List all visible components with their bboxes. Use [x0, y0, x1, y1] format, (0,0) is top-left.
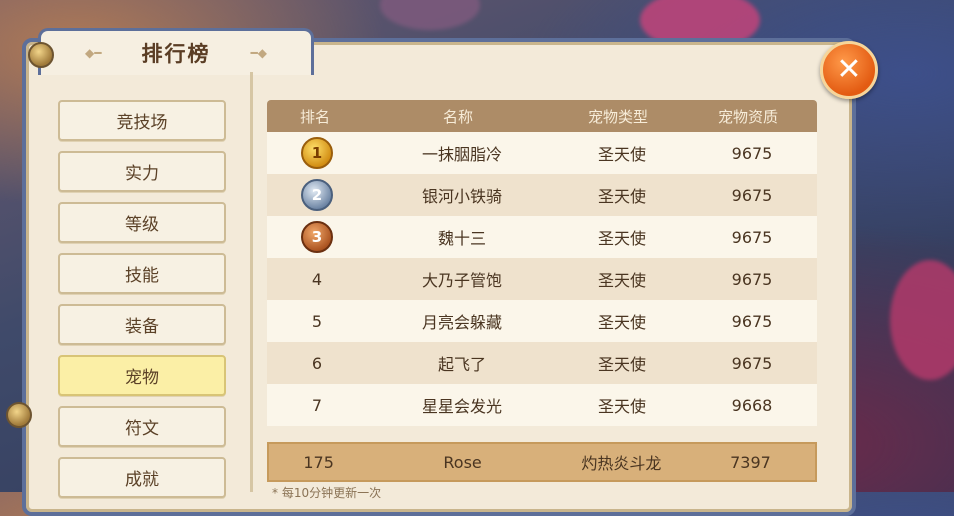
pet-quality: 9675	[731, 269, 773, 289]
pet-type: 圣天使	[597, 271, 646, 290]
my-rank-number: 175	[303, 452, 334, 472]
sidebar-item-power[interactable]: 实力	[58, 151, 226, 192]
rank-number: 7	[311, 395, 323, 415]
pet-quality: 9675	[731, 185, 773, 205]
pet-quality: 9675	[731, 311, 773, 331]
page-title: 排行榜	[141, 42, 211, 66]
sidebar-item-rune[interactable]: 符文	[58, 406, 226, 447]
ranking-table: 排名 名称 宠物类型 宠物资质 1 一抹胭脂冷 圣天使 9675 2 银河小铁骑…	[267, 100, 817, 426]
update-note: * 每10分钟更新一次	[272, 486, 382, 500]
close-button[interactable]: ✕	[820, 41, 878, 99]
player-name: 月亮会躲藏	[421, 313, 502, 332]
pet-quality: 9675	[731, 143, 773, 163]
background-coral-right	[890, 260, 954, 380]
my-player-name: Rose	[443, 452, 482, 472]
player-name: 星星会发光	[421, 397, 502, 416]
pet-type: 圣天使	[597, 187, 646, 206]
player-name: 银河小铁骑	[421, 187, 502, 206]
pet-type: 圣天使	[597, 313, 646, 332]
my-pet-quality: 7397	[730, 452, 771, 472]
sidebar-item-level[interactable]: 等级	[58, 202, 226, 243]
pet-quality: 9675	[731, 353, 773, 373]
rank-number: 4	[311, 269, 323, 289]
bronze-medal-icon: 3	[301, 221, 333, 253]
title-ornament-left-icon: ◆━	[85, 46, 102, 60]
player-name: 起飞了	[437, 355, 486, 374]
rank-number: 5	[311, 311, 323, 331]
pet-type: 圣天使	[597, 145, 646, 164]
background-rock	[380, 0, 480, 30]
table-row[interactable]: 7 星星会发光 圣天使 9668	[267, 384, 817, 426]
my-rank-row[interactable]: 175 Rose 灼热炎斗龙 7397	[267, 442, 817, 482]
header-pet-type: 宠物类型	[587, 107, 648, 126]
divider	[250, 72, 253, 492]
table-row[interactable]: 5 月亮会躲藏 圣天使 9675	[267, 300, 817, 342]
pin-icon	[28, 42, 54, 68]
player-name: 魏十三	[437, 229, 486, 248]
header-rank: 排名	[299, 107, 330, 126]
pet-type: 圣天使	[597, 355, 646, 374]
sidebar: 竞技场 实力 等级 技能 装备 宠物 符文 成就	[58, 100, 226, 508]
sidebar-item-arena[interactable]: 竞技场	[58, 100, 226, 141]
sidebar-item-equipment[interactable]: 装备	[58, 304, 226, 345]
my-pet-type: 灼热炎斗龙	[581, 454, 662, 473]
pet-quality: 9675	[731, 227, 773, 247]
table-row[interactable]: 3 魏十三 圣天使 9675	[267, 216, 817, 258]
sidebar-item-skill[interactable]: 技能	[58, 253, 226, 294]
table-row[interactable]: 4 大乃子管饱 圣天使 9675	[267, 258, 817, 300]
sidebar-item-pet[interactable]: 宠物	[58, 355, 226, 396]
player-name: 大乃子管饱	[421, 271, 502, 290]
title-ornament-right-icon: ━◆	[250, 46, 267, 60]
title-tab: ◆━ 排行榜 ━◆	[38, 28, 314, 75]
pet-type: 圣天使	[597, 229, 646, 248]
table-row[interactable]: 2 银河小铁骑 圣天使 9675	[267, 174, 817, 216]
header-name: 名称	[442, 107, 473, 126]
close-icon: ✕	[836, 52, 862, 87]
pet-quality: 9668	[731, 395, 773, 415]
gold-medal-icon: 1	[301, 137, 333, 169]
header-pet-quality: 宠物资质	[717, 107, 778, 126]
pin-icon	[6, 402, 32, 428]
table-header: 排名 名称 宠物类型 宠物资质	[267, 100, 817, 132]
silver-medal-icon: 2	[301, 179, 333, 211]
table-row[interactable]: 6 起飞了 圣天使 9675	[267, 342, 817, 384]
player-name: 一抹胭脂冷	[421, 145, 502, 164]
table-row[interactable]: 1 一抹胭脂冷 圣天使 9675	[267, 132, 817, 174]
pet-type: 圣天使	[597, 397, 646, 416]
rank-number: 6	[311, 353, 323, 373]
